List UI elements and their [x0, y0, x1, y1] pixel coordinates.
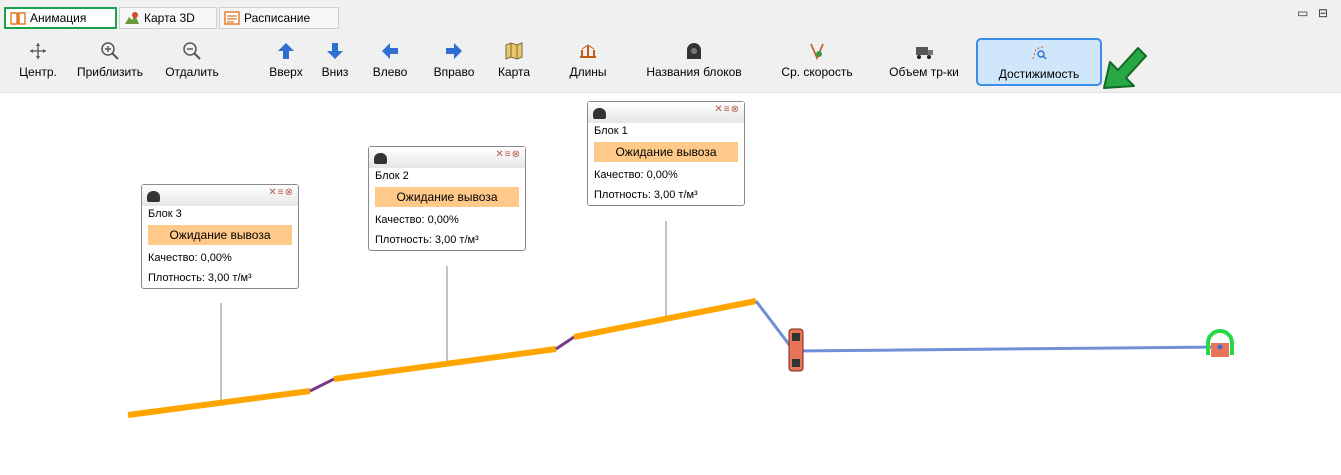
card-header: ✕≡⊗ — [142, 185, 298, 206]
tab-label: Карта 3D — [144, 11, 195, 25]
map-button[interactable]: Карта — [492, 38, 536, 90]
tab-bar: Анимация Карта 3D Расписание ▭ ⊟ — [0, 0, 1341, 34]
reachability-route — [754, 300, 1221, 353]
block-title: Блок 2 — [375, 170, 409, 182]
truck-volume-label: Объем тр-ки — [889, 65, 959, 79]
arrow-left-icon — [378, 40, 402, 62]
down-button[interactable]: Вниз — [315, 38, 355, 90]
block-quality: Качество: 0,00% — [594, 169, 678, 181]
road-segment — [333, 346, 557, 382]
zoom-out-button[interactable]: Отдалить — [157, 38, 227, 90]
block-density: Плотность: 3,00 т/м³ — [148, 272, 252, 284]
tab-animation[interactable]: Анимация — [4, 7, 117, 29]
block-quality: Качество: 0,00% — [375, 214, 459, 226]
left-button[interactable]: Влево — [363, 38, 417, 90]
card-controls-icon[interactable]: ✕≡⊗ — [268, 187, 294, 198]
block-density: Плотность: 3,00 т/м³ — [375, 234, 479, 246]
zoom-in-icon — [98, 40, 122, 62]
card-controls-icon[interactable]: ✕≡⊗ — [714, 104, 740, 115]
avg-speed-label: Ср. скорость — [781, 65, 853, 79]
tab-schedule[interactable]: Расписание — [219, 7, 339, 29]
block-status: Ожидание вывоза — [375, 187, 519, 207]
card-controls-icon[interactable]: ✕≡⊗ — [495, 149, 521, 160]
reachability-label: Достижимость — [998, 67, 1080, 81]
arrow-down-icon — [323, 40, 347, 62]
block-title: Блок 1 — [594, 125, 628, 137]
block-names-button[interactable]: Названия блоков — [626, 38, 762, 90]
truck-volume-button[interactable]: Объем тр-ки — [876, 38, 972, 90]
book-icon — [10, 11, 26, 25]
arrow-right-icon — [442, 40, 466, 62]
truck-volume-icon — [912, 40, 936, 62]
right-label: Вправо — [433, 65, 475, 79]
zoom-out-label: Отдалить — [165, 65, 219, 79]
card-header: ✕≡⊗ — [588, 102, 744, 123]
unloading-point-icon[interactable] — [1206, 329, 1234, 357]
block-icon — [374, 153, 387, 164]
tab-label: Расписание — [244, 11, 311, 25]
reachability-button[interactable]: Достижимость — [976, 38, 1102, 86]
lengths-label: Длины — [569, 65, 607, 79]
block-card-3[interactable]: ✕≡⊗ Блок 3 Ожидание вывоза Качество: 0,0… — [141, 184, 299, 289]
reachability-icon — [1027, 42, 1051, 64]
schedule-icon — [224, 11, 240, 25]
avg-speed-button[interactable]: Ср. скорость — [767, 38, 867, 90]
road-segment — [127, 388, 311, 418]
left-label: Влево — [372, 65, 408, 79]
avg-speed-icon — [805, 40, 829, 62]
block-status: Ожидание вывоза — [594, 142, 738, 162]
tab-label: Анимация — [30, 11, 87, 25]
block-names-label: Названия блоков — [646, 65, 742, 79]
zoom-in-button[interactable]: Приблизить — [70, 38, 150, 90]
block-quality: Качество: 0,00% — [148, 252, 232, 264]
zoom-in-label: Приблизить — [77, 65, 143, 79]
road-segment — [573, 298, 757, 340]
block-card-2[interactable]: ✕≡⊗ Блок 2 Ожидание вывоза Качество: 0,0… — [368, 146, 526, 251]
block-icon — [147, 191, 160, 202]
block-card-1[interactable]: ✕≡⊗ Блок 1 Ожидание вывоза Качество: 0,0… — [587, 101, 745, 206]
map-3d-icon — [124, 11, 140, 25]
up-label: Вверх — [269, 65, 303, 79]
map-icon — [502, 40, 526, 62]
center-label: Центр. — [19, 65, 57, 79]
right-button[interactable]: Вправо — [424, 38, 484, 90]
minimize-icon[interactable]: ▭ — [1297, 6, 1308, 20]
lengths-button[interactable]: Длины — [562, 38, 614, 90]
tab-map-3d[interactable]: Карта 3D — [119, 7, 217, 29]
block-title: Блок 3 — [148, 208, 182, 220]
up-button[interactable]: Вверх — [263, 38, 309, 90]
block-icon — [593, 108, 606, 119]
animation-canvas[interactable]: ✕≡⊗ Блок 3 Ожидание вывоза Качество: 0,0… — [8, 93, 1341, 475]
card-header: ✕≡⊗ — [369, 147, 525, 168]
center-button[interactable]: Центр. — [12, 38, 64, 90]
pointer-arrow-icon — [1103, 47, 1147, 89]
road-connector — [555, 335, 575, 351]
down-label: Вниз — [321, 65, 349, 79]
block-names-icon — [682, 40, 706, 62]
restore-icon[interactable]: ⊟ — [1318, 6, 1328, 20]
lengths-icon — [576, 40, 600, 62]
road-connector — [309, 377, 335, 393]
zoom-out-icon — [180, 40, 204, 62]
arrow-up-icon — [274, 40, 298, 62]
move-center-icon — [26, 40, 50, 62]
block-density: Плотность: 3,00 т/м³ — [594, 189, 698, 201]
block-status: Ожидание вывоза — [148, 225, 292, 245]
map-label: Карта — [497, 65, 531, 79]
truck-icon[interactable] — [788, 328, 804, 372]
